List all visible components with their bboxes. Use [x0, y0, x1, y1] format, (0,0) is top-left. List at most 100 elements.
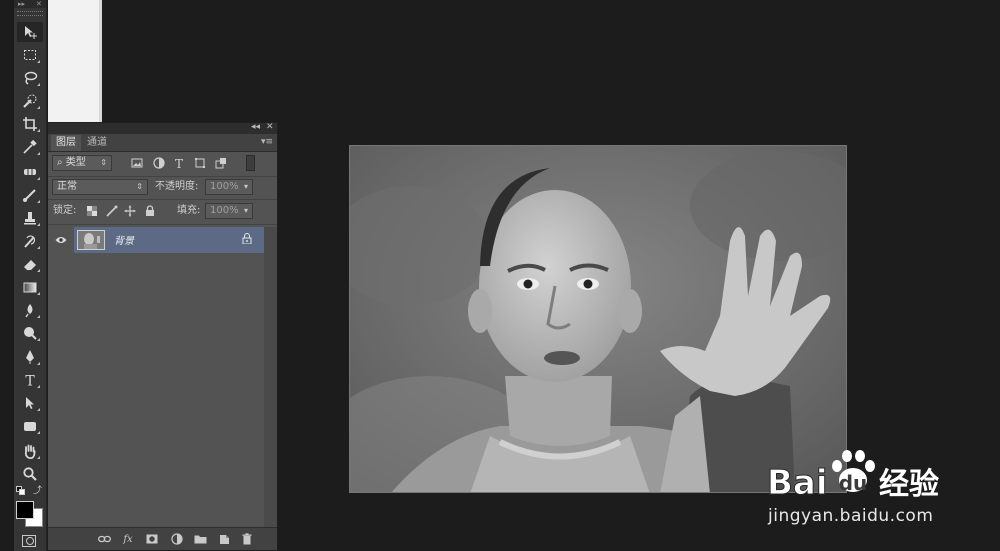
- layer-style-icon[interactable]: fx: [120, 532, 136, 546]
- panel-grip[interactable]: [17, 11, 43, 16]
- history-brush-tool-icon: [24, 235, 35, 248]
- opacity-label: 不透明度:: [155, 181, 199, 192]
- path-select-tool-icon: [26, 397, 34, 409]
- divider: [48, 224, 277, 225]
- logo-text-latin: Bai: [767, 463, 828, 500]
- lasso-tool-button[interactable]: [17, 68, 43, 88]
- rectangle-tool-button[interactable]: [17, 416, 43, 436]
- pen-tool-button[interactable]: [17, 347, 43, 367]
- history-brush-tool-button[interactable]: [17, 231, 43, 251]
- default-colors-icon[interactable]: [16, 486, 26, 496]
- layer-list-scrollbar[interactable]: [264, 227, 277, 527]
- layer-list: 背景: [48, 227, 264, 527]
- canvas-image[interactable]: [349, 145, 847, 493]
- lasso-tool-icon: [24, 71, 38, 85]
- lock-image-icon[interactable]: [105, 204, 119, 218]
- lock-transparent-icon[interactable]: [85, 204, 99, 218]
- zoom-tool-button[interactable]: [17, 464, 43, 484]
- lock-label: 锁定:: [53, 205, 77, 216]
- svg-text:du: du: [839, 471, 868, 495]
- opacity-input[interactable]: 100% ▾: [205, 179, 253, 195]
- fill-input[interactable]: 100% ▾: [205, 203, 253, 219]
- gradient-tool-icon: [23, 282, 37, 293]
- healing-brush-tool-button[interactable]: [17, 162, 43, 182]
- visibility-toggle[interactable]: [48, 227, 73, 253]
- move-tool-button[interactable]: [17, 22, 43, 42]
- delete-layer-icon[interactable]: [239, 532, 255, 546]
- pen-tool-icon: [26, 350, 34, 364]
- filter-pixel-icon[interactable]: [130, 156, 144, 170]
- new-group-icon[interactable]: [192, 532, 208, 546]
- baidu-jingyan-watermark: Bai du 经验: [767, 444, 947, 504]
- layer-name[interactable]: 背景: [114, 232, 134, 247]
- foreground-color-swatch[interactable]: [16, 501, 34, 519]
- fill-value: 100%: [210, 205, 239, 216]
- collapse-icon[interactable]: ◂◂: [251, 122, 260, 132]
- hand-tool-button[interactable]: [17, 441, 43, 461]
- filter-smart-object-icon[interactable]: [214, 156, 228, 170]
- layers-bottom-bar: fx: [48, 527, 277, 550]
- canvas-pasteboard: [48, 0, 99, 122]
- brush-tool-button[interactable]: [17, 185, 43, 205]
- canvas-edge: [99, 0, 102, 122]
- blend-mode-select[interactable]: 正常 ⇕: [52, 179, 148, 195]
- lock-position-icon[interactable]: [123, 204, 137, 218]
- search-icon: ⌕: [57, 157, 63, 168]
- blur-tool-button[interactable]: [17, 300, 43, 320]
- swap-colors-icon[interactable]: ⤴: [33, 486, 43, 496]
- svg-text:T: T: [175, 157, 183, 169]
- eyedropper-tool-icon: [23, 139, 37, 154]
- adjustment-layer-icon[interactable]: [169, 532, 185, 546]
- filter-kind-value: 类型: [65, 157, 86, 168]
- updown-arrow-icon: ⇕: [136, 182, 143, 191]
- close-icon[interactable]: ✕: [266, 122, 274, 132]
- path-select-tool-button[interactable]: [17, 393, 43, 413]
- filter-adjustment-icon[interactable]: [152, 156, 166, 170]
- marquee-tool-button[interactable]: [17, 45, 43, 65]
- photo-person-raising-hand: [350, 146, 846, 492]
- clone-stamp-tool-button[interactable]: [17, 208, 43, 228]
- paw-icon: du: [832, 450, 875, 495]
- lock-fill-row: 锁定: 填充: 100% ▾: [48, 200, 277, 224]
- updown-arrow-icon: ⇕: [100, 158, 107, 167]
- filter-shape-icon[interactable]: [193, 156, 207, 170]
- dropdown-arrow-icon: ▾: [243, 206, 248, 215]
- layer-row-background[interactable]: 背景: [74, 227, 264, 253]
- eyedropper-tool-button[interactable]: [17, 137, 43, 157]
- tools-panel-header: ▸▸ ✕: [14, 0, 46, 8]
- quick-mask-button[interactable]: [22, 535, 36, 547]
- panel-menu-icon[interactable]: ▾≡: [261, 137, 273, 147]
- dodge-tool-button[interactable]: [17, 323, 43, 343]
- hand-tool-icon: [24, 444, 36, 459]
- tab-channels[interactable]: 通道: [82, 135, 112, 151]
- healing-brush-tool-icon: [24, 169, 36, 175]
- dodge-tool-icon: [24, 327, 37, 340]
- gradient-tool-button[interactable]: [17, 277, 43, 297]
- filter-toggle-switch[interactable]: [246, 155, 255, 171]
- collapse-icon[interactable]: ▸▸: [18, 0, 25, 8]
- opacity-value: 100%: [210, 181, 239, 192]
- eraser-tool-icon: [24, 260, 36, 270]
- new-layer-icon[interactable]: [216, 532, 232, 546]
- blend-mode-value: 正常: [57, 181, 77, 192]
- quick-select-tool-button[interactable]: [17, 91, 43, 111]
- blend-opacity-row: 正常 ⇕ 不透明度: 100% ▾: [48, 177, 277, 199]
- add-mask-icon[interactable]: [144, 532, 160, 546]
- type-tool-icon: T: [25, 374, 35, 389]
- filter-kind-select[interactable]: ⌕ 类型 ⇕: [52, 155, 112, 171]
- rectangle-tool-icon: [24, 422, 36, 431]
- close-icon[interactable]: ✕: [36, 0, 42, 8]
- type-tool-button[interactable]: T: [17, 370, 43, 390]
- panel-titlebar[interactable]: ◂◂ ✕: [48, 122, 277, 134]
- eraser-tool-button[interactable]: [17, 254, 43, 274]
- crop-tool-button[interactable]: [17, 114, 43, 134]
- lock-icon: [242, 233, 252, 247]
- tab-layers[interactable]: 图层: [51, 135, 81, 151]
- filter-type-icon[interactable]: T: [172, 156, 186, 170]
- quick-select-tool-icon: [23, 94, 37, 108]
- dropdown-arrow-icon: ▾: [243, 182, 248, 191]
- lock-all-icon[interactable]: [143, 204, 157, 218]
- blur-tool-icon: [25, 304, 33, 318]
- tools-panel: ▸▸ ✕ T ⤴: [14, 0, 47, 551]
- link-layers-icon[interactable]: [96, 532, 112, 546]
